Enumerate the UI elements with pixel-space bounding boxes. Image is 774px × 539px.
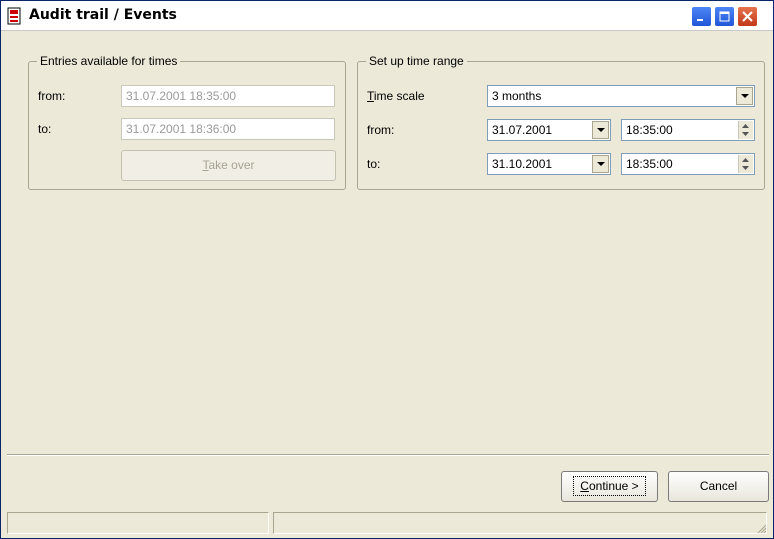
- continue-focus: Continue >: [573, 476, 646, 496]
- title-bar[interactable]: Audit trail / Events: [1, 1, 773, 31]
- time-scale-select[interactable]: 3 months: [487, 85, 755, 107]
- maximize-icon: [719, 11, 730, 22]
- spin-down-icon: [742, 132, 749, 136]
- chevron-down-icon: [597, 128, 605, 132]
- from-date-value: 31.07.2001: [492, 123, 553, 137]
- to-time-spin-buttons[interactable]: [738, 155, 753, 173]
- time-scale-label: Time scale: [367, 89, 425, 103]
- entries-from-field[interactable]: 31.07.2001 18:35:00: [121, 85, 335, 107]
- to-date-value: 31.10.2001: [492, 157, 553, 171]
- continue-accel: C: [580, 479, 589, 493]
- from-time-value: 18:35:00: [626, 123, 673, 137]
- entries-to-label: to:: [38, 122, 52, 136]
- take-over-label: ake over: [208, 158, 255, 172]
- audit-trail-window: Audit trail / Events Entries available f…: [0, 0, 774, 539]
- entries-from-label: from:: [38, 89, 66, 103]
- minimize-button[interactable]: [691, 6, 712, 27]
- chevron-down-icon: [597, 162, 605, 166]
- take-over-button[interactable]: Take over: [121, 150, 336, 181]
- minimize-icon: [697, 19, 703, 21]
- time-scale-dropdown-button[interactable]: [736, 87, 753, 105]
- maximize-button[interactable]: [714, 6, 735, 27]
- close-button[interactable]: [737, 6, 758, 27]
- document-red-icon: [7, 7, 21, 25]
- status-bar: [7, 512, 769, 536]
- to-date-dropdown-button[interactable]: [592, 155, 609, 173]
- footer-divider: [7, 454, 769, 456]
- entries-to-field[interactable]: 31.07.2001 18:36:00: [121, 118, 335, 140]
- resize-grip-icon[interactable]: [755, 522, 767, 534]
- range-to-label: to:: [367, 157, 381, 171]
- from-time-spin-buttons[interactable]: [738, 121, 753, 139]
- time-range-legend: Set up time range: [366, 54, 467, 68]
- to-date-picker[interactable]: 31.10.2001: [487, 153, 611, 175]
- from-date-dropdown-button[interactable]: [592, 121, 609, 139]
- from-date-picker[interactable]: 31.07.2001: [487, 119, 611, 141]
- spin-up-icon: [742, 158, 749, 162]
- entries-group-legend: Entries available for times: [37, 54, 181, 68]
- status-pane-1: [7, 512, 269, 534]
- continue-label: ontinue >: [588, 479, 639, 493]
- status-pane-2: [273, 512, 767, 534]
- cancel-button[interactable]: Cancel: [668, 471, 769, 502]
- chevron-down-icon: [741, 94, 749, 98]
- range-from-label: from:: [367, 123, 395, 137]
- to-time-spinner[interactable]: 18:35:00: [621, 153, 755, 175]
- continue-button[interactable]: Continue >: [561, 471, 658, 502]
- close-icon: [742, 11, 753, 22]
- time-scale-label-text: ime scale: [373, 89, 425, 103]
- spin-down-icon: [742, 166, 749, 170]
- dialog-body: Entries available for times from: 31.07.…: [1, 32, 773, 538]
- to-time-value: 18:35:00: [626, 157, 673, 171]
- from-time-spinner[interactable]: 18:35:00: [621, 119, 755, 141]
- window-title: Audit trail / Events: [29, 7, 177, 23]
- spin-up-icon: [742, 124, 749, 128]
- time-scale-accel: T: [367, 89, 374, 103]
- time-scale-value: 3 months: [492, 89, 542, 103]
